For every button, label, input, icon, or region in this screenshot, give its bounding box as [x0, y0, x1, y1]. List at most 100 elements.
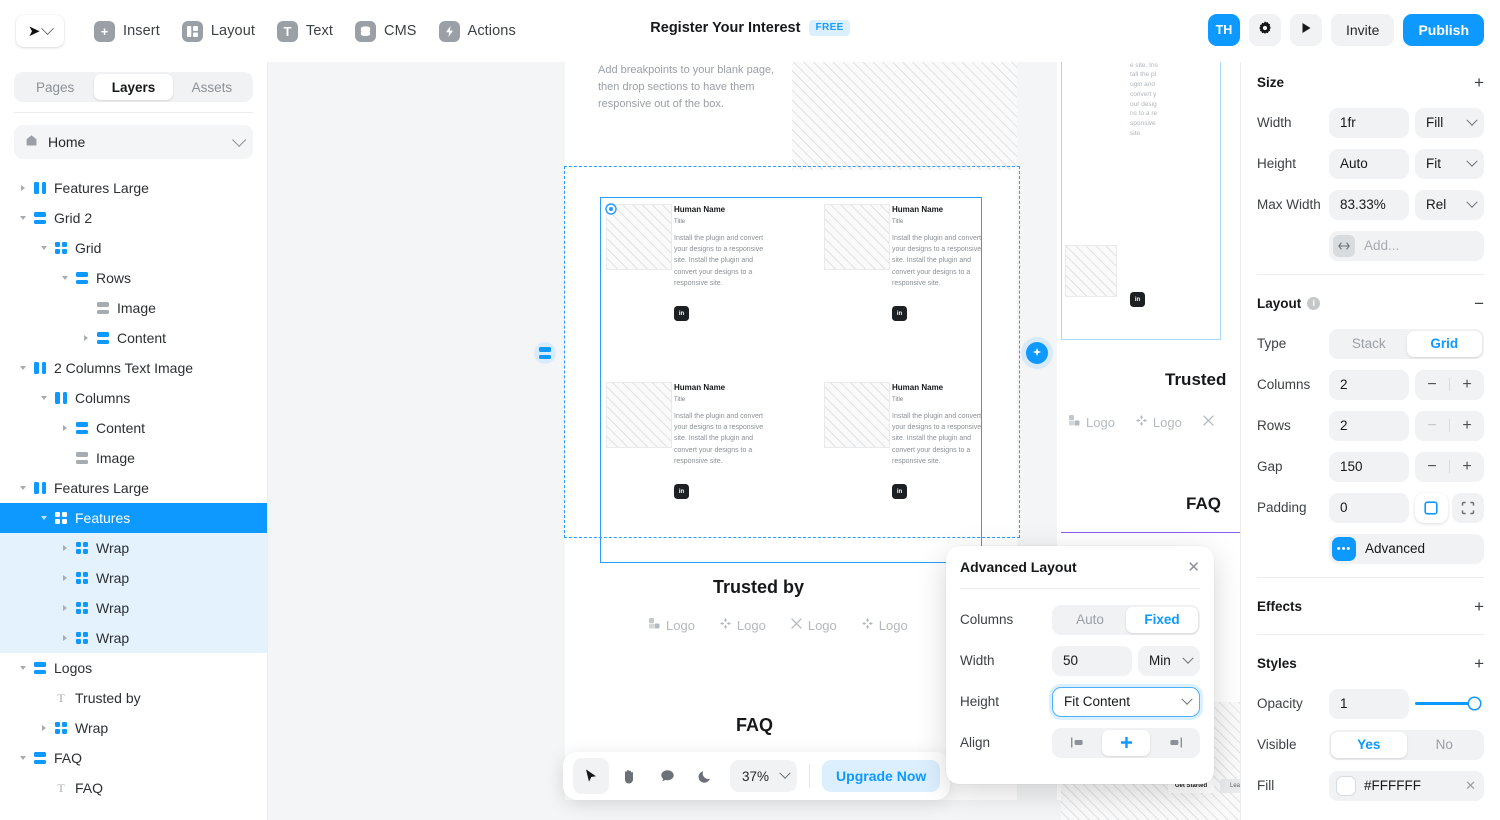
size-height-input[interactable]: Auto — [1329, 148, 1409, 179]
layer-row-rows[interactable]: Rows — [0, 263, 267, 293]
align-start-icon[interactable] — [1054, 730, 1102, 756]
columns-mode-fixed[interactable]: Fixed — [1126, 606, 1198, 633]
layer-row-faq[interactable]: FAQ — [0, 743, 267, 773]
layer-row-image[interactable]: Image — [0, 443, 267, 473]
menu-actions[interactable]: Actions — [438, 20, 516, 42]
visible-no[interactable]: No — [1407, 732, 1483, 758]
layer-twisty[interactable] — [79, 335, 93, 341]
size-maxwidth-mode-dropdown[interactable]: Rel — [1415, 189, 1484, 220]
popover-width-input[interactable]: 50 — [1052, 645, 1132, 676]
size-width-mode-dropdown[interactable]: Fill — [1415, 107, 1484, 138]
cursor-icon[interactable] — [573, 758, 609, 794]
rows-increment-button[interactable]: + — [1450, 417, 1484, 435]
settings-button[interactable] — [1248, 14, 1281, 46]
info-icon[interactable]: i — [1307, 296, 1321, 310]
columns-mode-auto[interactable]: Auto — [1054, 607, 1126, 633]
padding-all-icon[interactable] — [1415, 492, 1448, 523]
layer-row-wrap[interactable]: Wrap — [0, 533, 267, 563]
layer-row-2-columns-text-image[interactable]: 2 Columns Text Image — [0, 353, 267, 383]
layer-twisty[interactable] — [37, 725, 51, 731]
layer-row-wrap[interactable]: Wrap — [0, 563, 267, 593]
layer-twisty[interactable] — [37, 246, 51, 250]
styles-opacity-input[interactable]: 1 — [1329, 688, 1409, 719]
popover-width-unit-dropdown[interactable]: Min — [1138, 645, 1200, 676]
layout-columns-input[interactable]: 2 — [1329, 369, 1409, 400]
layout-padding-input[interactable]: 0 — [1329, 492, 1409, 523]
columns-decrement-button[interactable]: − — [1415, 376, 1449, 394]
linkedin-icon[interactable]: in — [1130, 292, 1145, 307]
tab-assets[interactable]: Assets — [173, 74, 251, 100]
rows-handle-icon[interactable] — [534, 342, 556, 364]
opacity-slider[interactable] — [1415, 689, 1484, 719]
layer-twisty[interactable] — [58, 425, 72, 431]
layer-twisty[interactable] — [16, 666, 30, 670]
page-selector[interactable]: Home — [14, 125, 253, 159]
learn-more-button[interactable]: Lea — [1220, 779, 1240, 793]
moon-icon[interactable] — [687, 758, 723, 794]
size-maxwidth-input[interactable]: 83.33% — [1329, 189, 1409, 220]
layout-type-stack[interactable]: Stack — [1331, 331, 1407, 357]
layer-row-logos[interactable]: Logos — [0, 653, 267, 683]
layer-twisty[interactable] — [16, 486, 30, 490]
menu-insert[interactable]: + Insert — [94, 20, 160, 42]
hand-icon[interactable] — [611, 758, 647, 794]
upgrade-now-button[interactable]: Upgrade Now — [822, 760, 941, 792]
layer-twisty[interactable] — [37, 396, 51, 400]
layer-row-features-large[interactable]: Features Large — [0, 173, 267, 203]
plus-icon[interactable]: + — [1474, 74, 1484, 91]
layer-row-content[interactable]: Content — [0, 323, 267, 353]
comment-icon[interactable] — [649, 758, 685, 794]
linkedin-icon[interactable]: in — [674, 306, 689, 321]
linkedin-icon[interactable]: in — [892, 484, 907, 499]
zoom-selector[interactable]: 37% — [730, 760, 798, 792]
visible-yes[interactable]: Yes — [1331, 731, 1407, 758]
layer-row-wrap[interactable]: Wrap — [0, 593, 267, 623]
origin-handle-icon[interactable] — [605, 202, 617, 220]
layer-row-faq[interactable]: T FAQ — [0, 773, 267, 803]
align-end-icon[interactable] — [1150, 730, 1198, 756]
layer-row-features-large[interactable]: Features Large — [0, 473, 267, 503]
layout-rows-input[interactable]: 2 — [1329, 410, 1409, 441]
rows-decrement-button[interactable]: − — [1415, 417, 1449, 435]
layer-twisty[interactable] — [16, 216, 30, 220]
layer-twisty[interactable] — [16, 185, 30, 191]
layer-row-image[interactable]: Image — [0, 293, 267, 323]
layer-twisty[interactable] — [58, 545, 72, 551]
popover-height-dropdown[interactable]: Fit Content — [1052, 686, 1200, 717]
layer-row-trusted-by[interactable]: T Trusted by — [0, 683, 267, 713]
tab-layers[interactable]: Layers — [94, 74, 173, 100]
layer-twisty[interactable] — [58, 276, 72, 280]
menu-layout[interactable]: Layout — [181, 20, 255, 42]
layer-twisty[interactable] — [37, 516, 51, 520]
linkedin-icon[interactable]: in — [892, 306, 907, 321]
padding-sides-icon[interactable] — [1451, 492, 1484, 523]
add-section-icon[interactable] — [1026, 342, 1048, 364]
minus-icon[interactable]: − — [1474, 295, 1484, 312]
close-icon[interactable]: ✕ — [1187, 560, 1200, 575]
layer-twisty[interactable] — [58, 635, 72, 641]
layout-type-grid[interactable]: Grid — [1406, 330, 1482, 357]
layer-twisty[interactable] — [16, 366, 30, 370]
slider-knob[interactable] — [1469, 698, 1480, 709]
layer-row-wrap[interactable]: Wrap — [0, 713, 267, 743]
layer-row-columns[interactable]: Columns — [0, 383, 267, 413]
preview-button[interactable] — [1289, 14, 1322, 46]
layer-row-features[interactable]: Features — [0, 503, 267, 533]
invite-button[interactable]: Invite — [1330, 14, 1395, 46]
advanced-layout-button[interactable]: ••• Advanced — [1329, 533, 1484, 564]
linkedin-icon[interactable]: in — [674, 484, 689, 499]
layout-gap-input[interactable]: 150 — [1329, 451, 1409, 482]
tab-pages[interactable]: Pages — [16, 74, 94, 100]
gap-increment-button[interactable]: + — [1450, 458, 1484, 476]
size-height-mode-dropdown[interactable]: Fit — [1415, 148, 1484, 179]
size-add-field[interactable]: Add... — [1329, 230, 1484, 261]
plus-icon[interactable]: + — [1474, 598, 1484, 615]
columns-increment-button[interactable]: + — [1450, 376, 1484, 394]
avatar[interactable]: TH — [1207, 14, 1240, 46]
menu-cms[interactable]: CMS — [355, 20, 417, 42]
layer-row-wrap[interactable]: Wrap — [0, 623, 267, 653]
color-swatch[interactable] — [1337, 776, 1355, 795]
framer-logo-button[interactable]: ➤ — [16, 15, 64, 47]
layer-row-grid[interactable]: Grid — [0, 233, 267, 263]
layer-twisty[interactable] — [58, 575, 72, 581]
